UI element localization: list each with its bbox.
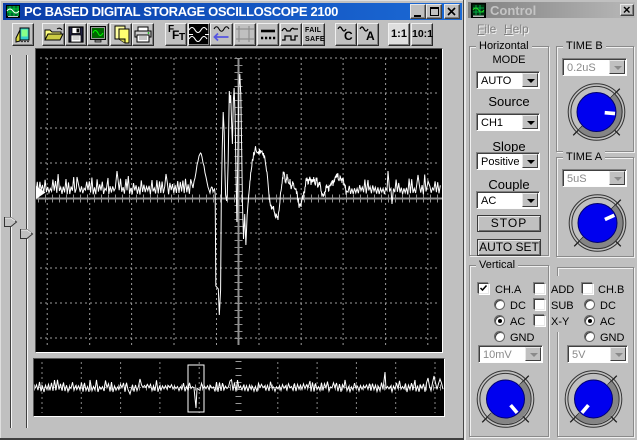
svg-text:A: A bbox=[366, 29, 375, 43]
svg-text:C: C bbox=[344, 29, 353, 43]
